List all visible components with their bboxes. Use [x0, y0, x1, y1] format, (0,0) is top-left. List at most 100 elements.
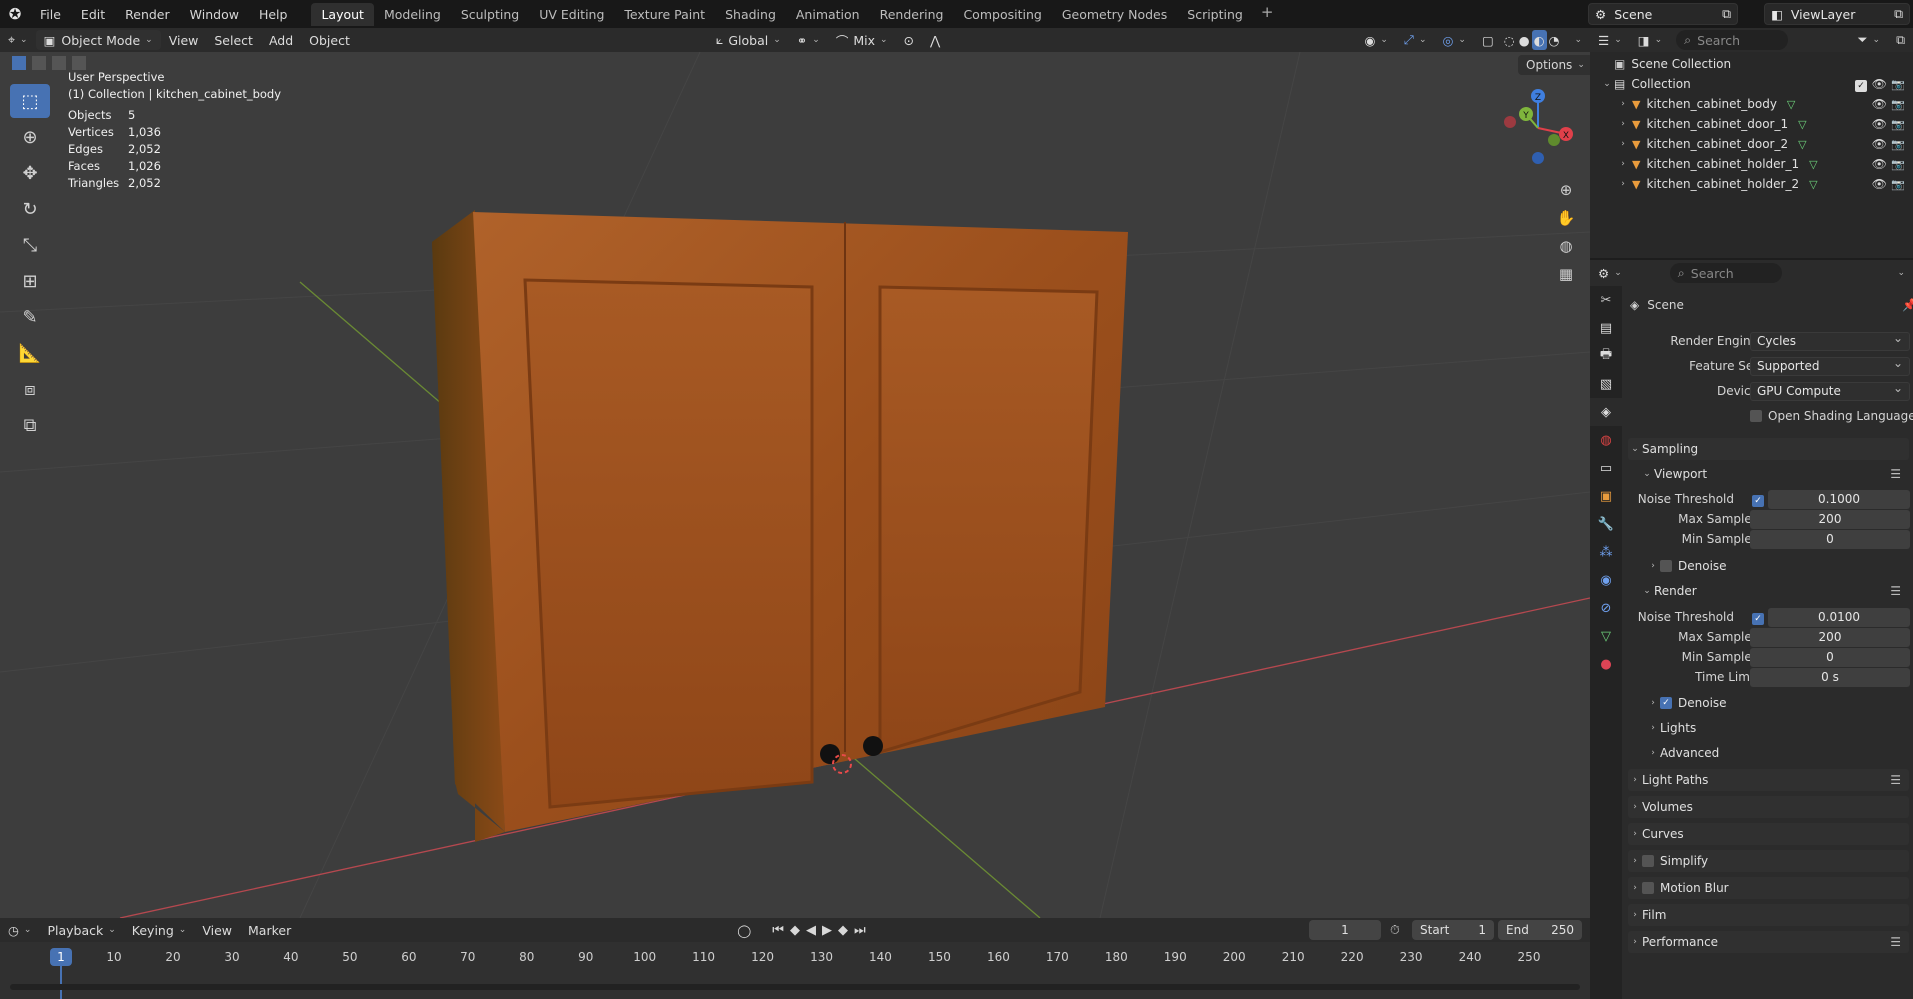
outliner-object-row[interactable]: › ▼ kitchen_cabinet_door_2 ▽ 👁 📷: [1590, 134, 1913, 154]
cursor-tool[interactable]: ⊕: [10, 120, 50, 154]
tab-physics[interactable]: ◉: [1590, 566, 1622, 594]
camera-icon[interactable]: 📷: [1891, 158, 1905, 171]
feature-set-dropdown[interactable]: Supported: [1750, 356, 1910, 376]
menu-edit[interactable]: Edit: [71, 7, 115, 22]
autokey-button[interactable]: ◯: [729, 920, 759, 940]
start-frame-field[interactable]: Start 1: [1412, 920, 1494, 940]
simplify-checkbox[interactable]: [1642, 855, 1654, 867]
eye-icon[interactable]: 👁: [1872, 97, 1887, 111]
3d-viewport[interactable]: ⬚ ⊕ ✥ ↻ ⤡ ⊞ ✎ 📐 ⧈ ⧉ User Perspective (1)…: [0, 52, 1590, 918]
tab-layout[interactable]: Layout: [311, 2, 374, 26]
camera-view-button[interactable]: ◍: [1552, 232, 1580, 260]
measure-tool[interactable]: 📐: [10, 336, 50, 370]
chevron-right-icon[interactable]: ›: [1616, 139, 1630, 149]
outliner-object-row[interactable]: › ▼ kitchen_cabinet_body ▽ 👁 📷: [1590, 94, 1913, 114]
select-box-tool[interactable]: ⬚: [10, 84, 50, 118]
tab-particles[interactable]: ⁂: [1590, 538, 1622, 566]
mesh-data-icon[interactable]: ▽: [1809, 158, 1817, 171]
gizmo-toggle[interactable]: ⤢ ⌄: [1396, 30, 1435, 50]
menu-playback[interactable]: Playback ⌄: [39, 920, 123, 940]
advanced-subpanel[interactable]: › Advanced: [1646, 742, 1909, 764]
shading-wireframe-button[interactable]: ◌: [1502, 30, 1517, 50]
volumes-panel[interactable]: › Volumes: [1628, 796, 1909, 818]
properties-editor-type[interactable]: ⚙ ⌄: [1590, 263, 1630, 283]
tab-view-layer[interactable]: ▧: [1590, 370, 1622, 398]
vp-noise-field[interactable]: 0.1000: [1768, 489, 1910, 509]
simplify-panel[interactable]: › Simplify: [1628, 850, 1909, 872]
tab-world[interactable]: ◍: [1590, 426, 1622, 454]
tab-texture-paint[interactable]: Texture Paint: [614, 3, 715, 26]
neg-x-axis-icon[interactable]: [1504, 116, 1516, 128]
eye-icon[interactable]: 👁: [1872, 137, 1887, 151]
collection-row[interactable]: ⌄ ▤ Collection ✓ 👁 📷: [1590, 74, 1913, 94]
outliner-object-row[interactable]: › ▼ kitchen_cabinet_door_1 ▽ 👁 📷: [1590, 114, 1913, 134]
r-noise-field[interactable]: 0.0100: [1768, 607, 1910, 627]
timeline-scrollbar[interactable]: [10, 984, 1580, 990]
camera-icon[interactable]: 📷: [1891, 98, 1905, 111]
xray-toggle[interactable]: ▢: [1474, 30, 1502, 50]
motion-blur-panel[interactable]: › Motion Blur: [1628, 877, 1909, 899]
camera-icon[interactable]: 📷: [1891, 78, 1905, 91]
menu-add[interactable]: Add: [261, 30, 301, 50]
r-denoise-subpanel[interactable]: › ✓ Denoise: [1646, 692, 1909, 714]
performance-panel[interactable]: › Performance ☰: [1628, 931, 1909, 953]
lights-subpanel[interactable]: › Lights: [1646, 717, 1909, 739]
neg-y-axis-icon[interactable]: [1548, 134, 1560, 146]
outliner-editor-type[interactable]: ☰ ⌄: [1590, 30, 1630, 50]
outliner-object-row[interactable]: › ▼ kitchen_cabinet_holder_1 ▽ 👁 📷: [1590, 154, 1913, 174]
tab-render[interactable]: ▤: [1590, 314, 1622, 342]
eye-icon[interactable]: 👁: [1872, 177, 1887, 191]
copy-scene-icon[interactable]: ⧉: [1722, 6, 1731, 22]
rotate-tool[interactable]: ↻: [10, 192, 50, 226]
filter-dropdown[interactable]: ⏷ ⌄: [1850, 30, 1889, 50]
move-tool[interactable]: ✥: [10, 156, 50, 190]
tab-output[interactable]: 🖶: [1590, 342, 1622, 370]
render-engine-dropdown[interactable]: Cycles: [1750, 331, 1910, 351]
outliner-object-row[interactable]: › ▼ kitchen_cabinet_holder_2 ▽ 👁 📷: [1590, 174, 1913, 194]
select-subtract-icon[interactable]: [51, 56, 66, 70]
prev-keyframe-icon[interactable]: ◆: [787, 923, 803, 938]
camera-icon[interactable]: 📷: [1891, 118, 1905, 131]
tab-modeling[interactable]: Modeling: [374, 3, 451, 26]
sampling-panel-header[interactable]: ⌄ Sampling: [1628, 438, 1909, 460]
transform-tool[interactable]: ⊞: [10, 264, 50, 298]
tab-scene[interactable]: ◈: [1590, 398, 1622, 426]
right-door-panel[interactable]: [878, 285, 1099, 755]
play-icon[interactable]: ▶: [819, 923, 835, 938]
tab-constraints[interactable]: ⊘: [1590, 594, 1622, 622]
eye-icon[interactable]: 👁: [1872, 77, 1887, 91]
scene-collection-row[interactable]: ▣ Scene Collection: [1590, 54, 1913, 74]
r-time-field[interactable]: 0 s: [1750, 667, 1910, 687]
light-paths-panel[interactable]: › Light Paths ☰: [1628, 769, 1909, 791]
menu-help[interactable]: Help: [249, 7, 298, 22]
timeline-editor-type[interactable]: ◷ ⌄: [0, 920, 39, 940]
mesh-data-icon[interactable]: ▽: [1809, 178, 1817, 191]
tab-object[interactable]: ▣: [1590, 482, 1622, 510]
neg-z-axis-icon[interactable]: [1532, 152, 1544, 164]
tab-sculpting[interactable]: Sculpting: [451, 3, 529, 26]
menu-view[interactable]: View: [161, 30, 207, 50]
tab-rendering[interactable]: Rendering: [870, 3, 954, 26]
menu-file[interactable]: File: [30, 7, 71, 22]
ortho-toggle-button[interactable]: ▦: [1552, 260, 1580, 288]
view-layer-selector[interactable]: ◧ ViewLayer ⧉: [1764, 3, 1910, 25]
select-invert-icon[interactable]: [71, 56, 86, 70]
chevron-right-icon[interactable]: ›: [1616, 99, 1630, 109]
render-subpanel-header[interactable]: ⌄ Render ☰: [1640, 580, 1909, 602]
shading-options-dropdown[interactable]: ⌄: [1561, 30, 1590, 50]
properties-search[interactable]: ⌕ Search: [1669, 263, 1782, 283]
zoom-button[interactable]: ⊕: [1552, 176, 1580, 204]
add-cube-tool[interactable]: ⧈: [10, 372, 50, 406]
pin-icon[interactable]: 📌: [1902, 298, 1913, 312]
mode-dropdown[interactable]: ▣ Object Mode ⌄: [35, 30, 161, 50]
left-door-handle[interactable]: [820, 744, 840, 764]
vp-noise-checkbox[interactable]: ✓: [1752, 492, 1764, 507]
visibility-dropdown[interactable]: ◉ ⌄: [1356, 30, 1395, 50]
display-mode-dropdown[interactable]: ◨ ⌄: [1630, 30, 1670, 50]
menu-timeline-view[interactable]: View: [194, 920, 240, 940]
vp-max-field[interactable]: 200: [1750, 509, 1910, 529]
scene-selector[interactable]: ⚙ Scene ⧉: [1588, 3, 1738, 25]
chevron-right-icon[interactable]: ›: [1616, 159, 1630, 169]
motion-blur-checkbox[interactable]: [1642, 882, 1654, 894]
pivot-dropdown[interactable]: ⚭ ⌄: [789, 30, 828, 50]
